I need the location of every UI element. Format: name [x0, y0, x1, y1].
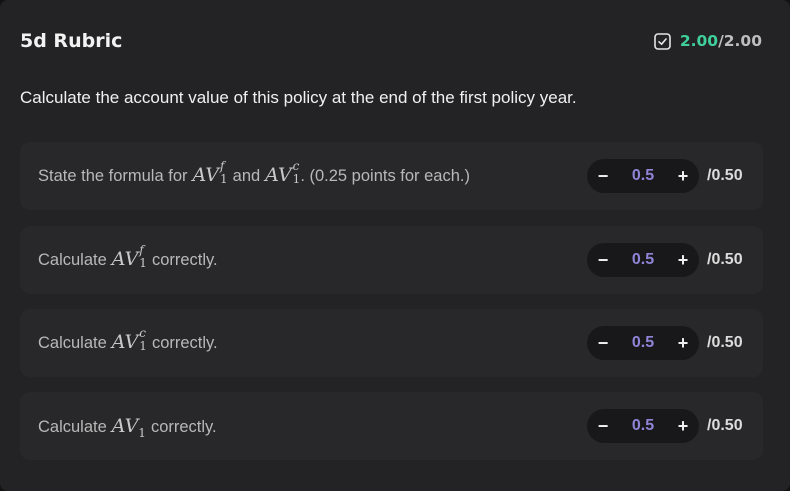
score-stepper: − 0.5 + — [587, 326, 699, 360]
max-score: /0.50 — [707, 417, 743, 434]
criterion-prefix: State the formula for — [38, 167, 188, 185]
total-score: 2.00 / 2.00 — [654, 32, 762, 50]
score-total: 2.00 — [723, 32, 762, 50]
math-formula: AV f 1 — [192, 159, 228, 186]
increment-button[interactable]: + — [676, 334, 690, 352]
criterion-description: Calculate AV1 correctly. — [38, 415, 587, 440]
criterion-row: State the formula for AV f 1 and AV c 1 . (0… — [20, 142, 763, 210]
math-formula: AV c 1 — [265, 159, 301, 186]
criterion-row: Calculate AV c 1 correctly. − 0.5 + /0.50 — [20, 309, 763, 377]
decrement-button[interactable]: − — [596, 167, 610, 185]
math-formula: AV c 1 — [111, 326, 147, 353]
score-stepper: − 0.5 + — [587, 409, 699, 443]
criterion-middle: and — [232, 167, 261, 185]
score-earned: 2.00 — [679, 32, 719, 50]
rubric-header: 5d Rubric 2.00 / 2.00 — [20, 28, 762, 54]
criterion-suffix: correctly. — [151, 251, 218, 269]
checkbox-check-icon — [654, 32, 671, 50]
score-stepper: − 0.5 + — [587, 243, 699, 277]
criterion-description: Calculate AV f 1 correctly. — [38, 243, 587, 272]
criterion-row: Calculate AV f 1 correctly. − 0.5 + /0.50 — [20, 226, 763, 294]
score-value[interactable]: 0.5 — [632, 334, 654, 352]
increment-button[interactable]: + — [676, 167, 690, 185]
criterion-prefix: Calculate — [38, 418, 107, 436]
max-score: /0.50 — [707, 251, 743, 268]
decrement-button[interactable]: − — [596, 417, 610, 435]
score-value[interactable]: 0.5 — [632, 417, 654, 435]
score-value[interactable]: 0.5 — [632, 167, 654, 185]
decrement-button[interactable]: − — [596, 334, 610, 352]
criterion-suffix: . (0.25 points for each.) — [300, 167, 470, 185]
question-text: Calculate the account value of this poli… — [20, 88, 577, 107]
increment-button[interactable]: + — [676, 417, 690, 435]
math-formula: AV f 1 — [111, 243, 147, 270]
score-stepper: − 0.5 + — [587, 159, 699, 193]
criterion-description: Calculate AV c 1 correctly. — [38, 326, 587, 355]
criterion-prefix: Calculate — [38, 251, 107, 269]
max-score: /0.50 — [707, 167, 743, 184]
rubric-panel: 5d Rubric 2.00 / 2.00 Calculate the acco… — [0, 0, 790, 491]
criterion-suffix: correctly. — [150, 418, 217, 436]
criterion-suffix: correctly. — [151, 334, 218, 352]
increment-button[interactable]: + — [676, 251, 690, 269]
criterion-row: Calculate AV1 correctly. − 0.5 + /0.50 — [20, 392, 763, 460]
max-score: /0.50 — [707, 334, 743, 351]
math-formula: AV1 — [111, 415, 146, 440]
criterion-prefix: Calculate — [38, 334, 107, 352]
score-value[interactable]: 0.5 — [632, 251, 654, 269]
decrement-button[interactable]: − — [596, 251, 610, 269]
rubric-title: 5d Rubric — [20, 30, 123, 52]
criterion-description: State the formula for AV f 1 and AV c 1 . (0… — [38, 159, 587, 188]
